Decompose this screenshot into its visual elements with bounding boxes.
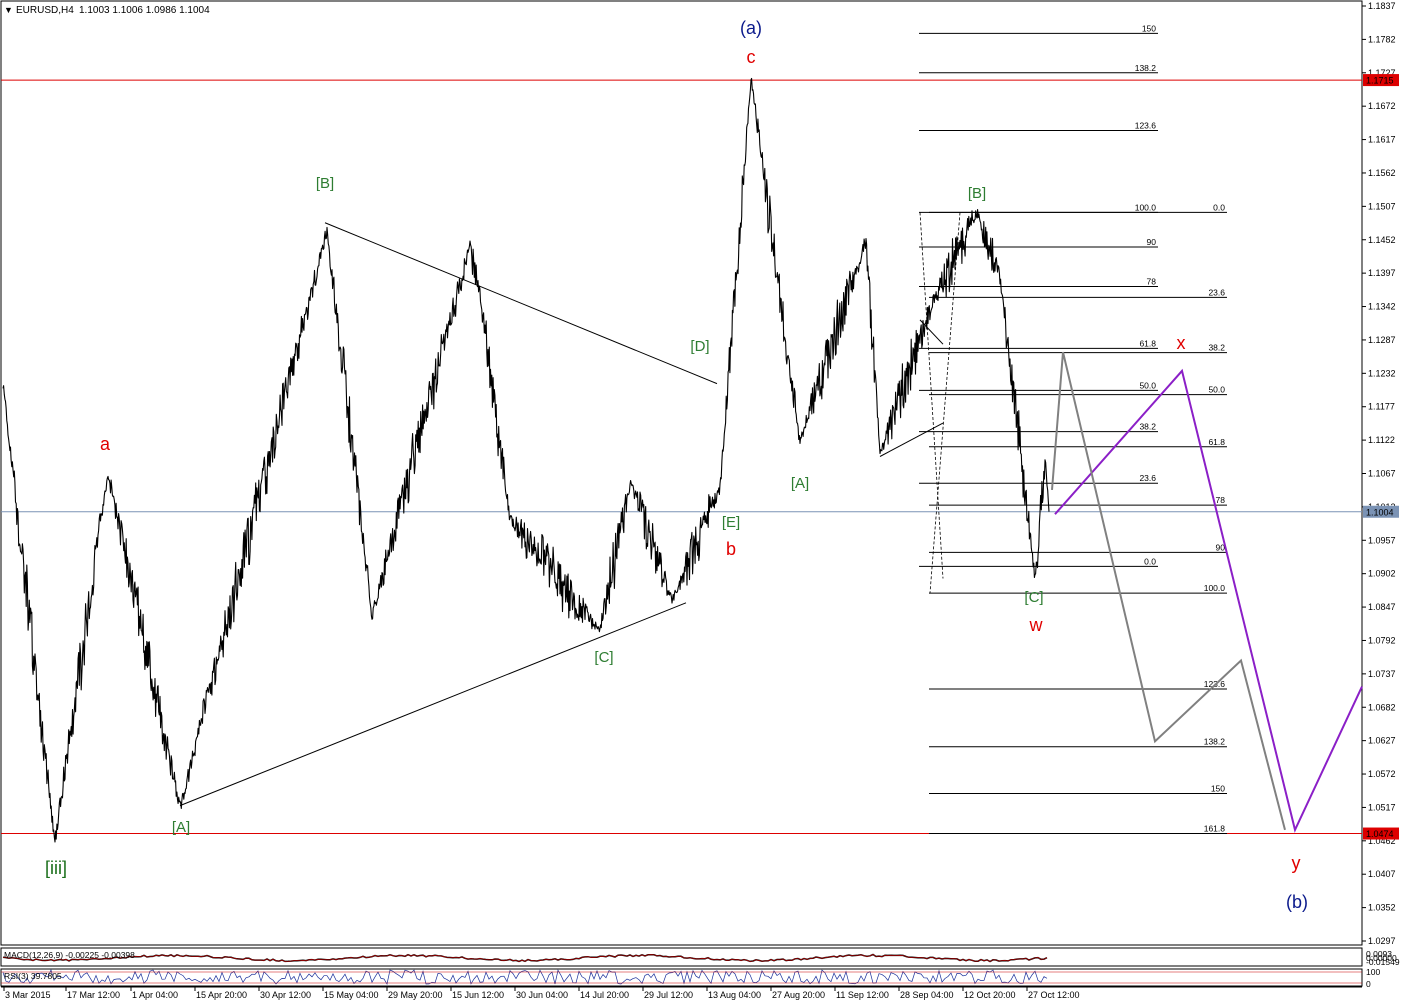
price-tick-label: 1.1837 [1368, 1, 1396, 11]
price-tick-label: 1.0682 [1368, 702, 1396, 712]
fib-level-label: 90 [1147, 237, 1157, 247]
fib-level-label: 23.6 [1139, 473, 1156, 483]
price-tick-label: 1.1397 [1368, 268, 1396, 278]
price-tick-label: 1.0957 [1368, 535, 1396, 545]
date-tick-label: 14 Jul 20:00 [580, 990, 629, 1000]
rsi-axis-label: 100 [1366, 967, 1380, 977]
price-tick-label: 1.0902 [1368, 569, 1396, 579]
wave-label: [iii] [45, 858, 67, 878]
price-level-tag-label: 1.1715 [1366, 76, 1394, 86]
fib-level-label: 0.0 [1144, 556, 1156, 566]
macd-axis-label: -0.01549 [1366, 957, 1400, 967]
price-tick-label: 1.1617 [1368, 135, 1396, 145]
price-tick-label: 1.0792 [1368, 635, 1396, 645]
fib-level-label: 100.0 [1204, 583, 1226, 593]
price-tick-label: 1.1232 [1368, 368, 1396, 378]
wave-label: (a) [740, 18, 762, 38]
date-tick-label: 3 Mar 2015 [5, 990, 51, 1000]
fib-level-label: 38.2 [1139, 422, 1156, 432]
price-tick-label: 1.0352 [1368, 903, 1396, 913]
chart-ohlc: 1.1003 1.1006 1.0986 1.1004 [79, 5, 210, 16]
date-tick-label: 17 Mar 12:00 [67, 990, 120, 1000]
date-tick-label: 12 Oct 20:00 [964, 990, 1016, 1000]
wave-label: x [1177, 333, 1186, 353]
price-level-tag-label: 1.0474 [1366, 829, 1394, 839]
fib-level-label: 61.8 [1139, 338, 1156, 348]
fib-level-label: 150 [1142, 23, 1156, 33]
title-triangle-icon: ▼ [4, 5, 13, 15]
date-tick-label: 28 Sep 04:00 [900, 990, 954, 1000]
rsi-label: RSI(3) 39.7805 [4, 971, 62, 981]
wave-label: [B] [316, 175, 334, 192]
price-tick-label: 1.1452 [1368, 235, 1396, 245]
fib-level-label: 138.2 [1204, 737, 1226, 747]
wave-label: [C] [594, 649, 613, 666]
fib-level-label: 150 [1211, 783, 1225, 793]
price-tick-label: 1.0627 [1368, 736, 1396, 746]
wave-label: w [1029, 615, 1044, 635]
price-tick-label: 1.1782 [1368, 34, 1396, 44]
date-tick-label: 29 May 20:00 [388, 990, 443, 1000]
date-tick-label: 27 Oct 12:00 [1028, 990, 1080, 1000]
macd-label: MACD(12,26,9) -0.00225 -0.00398 [4, 950, 135, 960]
fib-level-label: 61.8 [1208, 437, 1225, 447]
date-tick-label: 11 Sep 12:00 [836, 990, 889, 1000]
date-tick-label: 1 Apr 04:00 [132, 990, 178, 1000]
price-tick-label: 1.1672 [1368, 101, 1396, 111]
chart-symbol: EURUSD,H4 [16, 5, 74, 16]
date-tick-label: 30 Apr 12:00 [260, 990, 311, 1000]
wave-label: b [726, 539, 736, 559]
price-chart[interactable]: 150 138.2 123.6 100.0 90 78 61.8 50.0 38.2 23.6 0.… [0, 0, 1401, 1003]
fib-level-label: 78 [1216, 495, 1226, 505]
date-tick-label: 13 Aug 04:00 [708, 990, 761, 1000]
wave-label: c [747, 47, 756, 67]
price-level-tag-label: 1.1004 [1366, 507, 1394, 517]
fib-level-label: 23.6 [1208, 287, 1225, 297]
date-tick-label: 29 Jul 12:00 [644, 990, 693, 1000]
price-tick-label: 1.1287 [1368, 335, 1396, 345]
price-tick-label: 1.1342 [1368, 302, 1396, 312]
price-tick-label: 1.0407 [1368, 869, 1396, 879]
date-tick-label: 30 Jun 04:00 [516, 990, 568, 1000]
fib-level-label: 123.6 [1135, 120, 1157, 130]
price-tick-label: 1.1177 [1368, 402, 1395, 412]
date-tick-label: 15 May 04:00 [324, 990, 379, 1000]
wave-label: [B] [968, 185, 986, 202]
wave-label: (b) [1286, 892, 1308, 912]
wave-label: [A] [172, 819, 190, 836]
price-tick-label: 1.0847 [1368, 602, 1396, 612]
price-tick-label: 1.0572 [1368, 769, 1396, 779]
wave-label: [D] [690, 338, 709, 355]
price-tick-label: 1.1507 [1368, 201, 1396, 211]
fib-level-label: 78 [1147, 277, 1157, 287]
time-axis[interactable]: 3 Mar 2015 17 Mar 12:00 1 Apr 04:00 15 Apr … [3, 987, 1080, 1000]
wave-label: [E] [722, 514, 740, 531]
fib-level-label: 50.0 [1139, 380, 1156, 390]
fib-level-label: 0.0 [1213, 202, 1225, 212]
fib-level-label: 100.0 [1135, 202, 1157, 212]
price-tick-label: 1.1122 [1368, 435, 1395, 445]
price-tick-label: 1.1562 [1368, 168, 1396, 178]
price-tick-label: 1.1067 [1368, 469, 1396, 479]
wave-label: a [100, 434, 111, 454]
fib-level-label: 50.0 [1208, 385, 1225, 395]
fib-level-label: 138.2 [1135, 63, 1157, 73]
fib-level-label: 38.2 [1208, 343, 1225, 353]
price-tick-label: 1.0297 [1368, 936, 1396, 946]
date-tick-label: 15 Apr 20:00 [196, 990, 247, 1000]
chart-area[interactable] [0, 0, 1363, 946]
date-tick-label: 15 Jun 12:00 [452, 990, 504, 1000]
wave-label: y [1292, 853, 1301, 873]
price-tick-label: 1.0737 [1368, 669, 1396, 679]
rsi-axis-label: 0 [1366, 979, 1371, 989]
date-tick-label: 27 Aug 20:00 [772, 990, 825, 1000]
wave-label: [C] [1024, 589, 1043, 606]
price-axis[interactable]: 1.18371.17821.17271.16721.16171.15621.15… [1362, 1, 1399, 946]
fib-level-label: 161.8 [1204, 824, 1226, 834]
wave-label: [A] [791, 475, 809, 492]
rsi-pane[interactable] [0, 968, 1363, 987]
price-tick-label: 1.0517 [1368, 802, 1396, 812]
